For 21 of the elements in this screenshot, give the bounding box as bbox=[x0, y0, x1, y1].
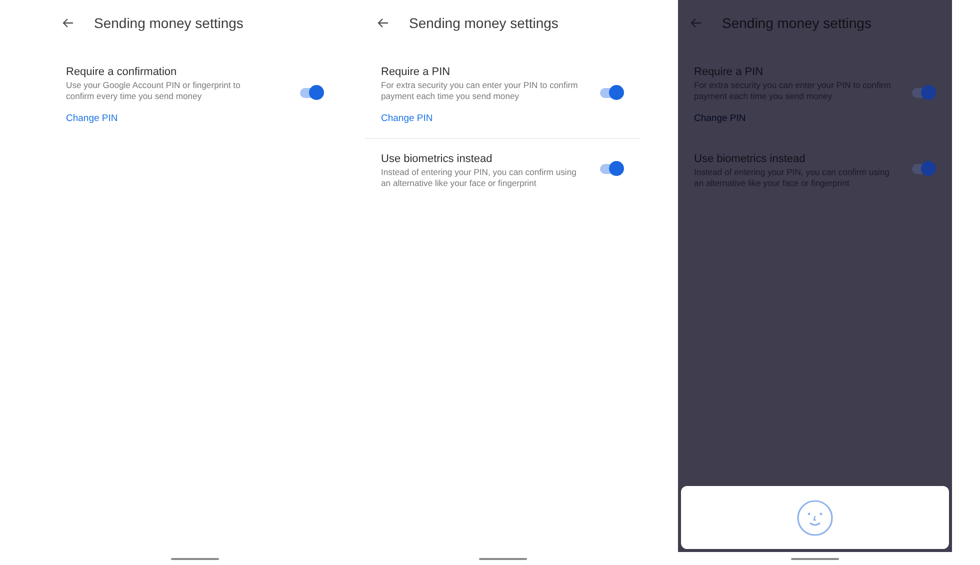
back-arrow-icon[interactable] bbox=[62, 18, 74, 28]
setting-title: Require a confirmation bbox=[66, 66, 178, 78]
face-icon bbox=[796, 498, 834, 536]
toggle-switch[interactable] bbox=[912, 164, 934, 174]
change-pin-link[interactable]: Change PIN bbox=[381, 113, 433, 124]
setting-description: Instead of entering your PIN, you can confirm using an alternative like your face or fingerprint bbox=[381, 167, 578, 189]
home-indicator bbox=[171, 558, 219, 560]
screen-title: Sending money settings bbox=[409, 15, 558, 31]
home-indicator bbox=[478, 558, 526, 560]
toggle-switch[interactable] bbox=[912, 88, 934, 98]
setting-description: Use your Google Account PIN or fingerprint to confirm every time you send money bbox=[66, 80, 242, 102]
toggle-switch[interactable] bbox=[600, 164, 622, 174]
home-indicator bbox=[791, 558, 839, 560]
screen-title: Sending money settings bbox=[94, 15, 244, 31]
setting-description: For extra security you can enter your PIN to confirm payment each time you send money bbox=[381, 80, 579, 102]
setting-title: Use biometrics instead bbox=[381, 153, 494, 165]
setting-title: Require a PIN bbox=[381, 66, 452, 78]
change-pin-link[interactable]: Change PIN bbox=[66, 113, 118, 124]
toggle-switch[interactable] bbox=[600, 88, 622, 98]
toggle-switch[interactable] bbox=[300, 88, 322, 98]
back-arrow-icon[interactable] bbox=[377, 18, 389, 28]
